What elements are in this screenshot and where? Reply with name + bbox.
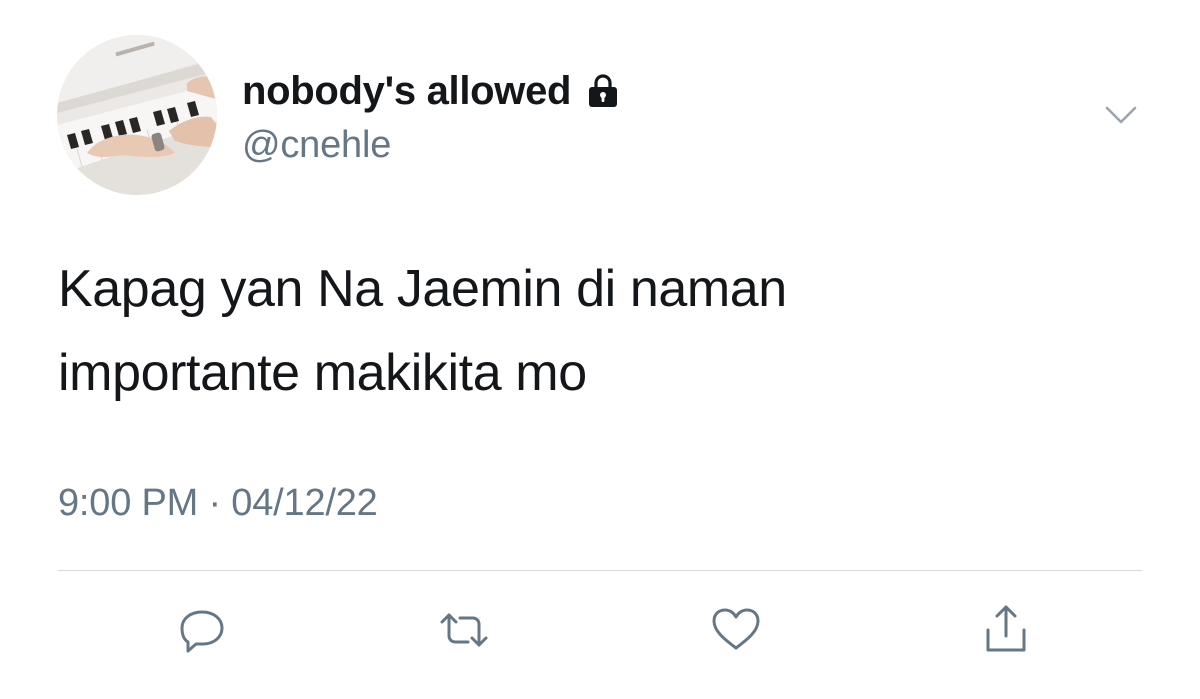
tweet-card: nobody's allowed @cnehle Kapag yan Na Ja… (0, 0, 1200, 699)
avatar-image (57, 35, 217, 195)
heart-icon (712, 608, 760, 650)
chevron-down-icon[interactable] (1101, 100, 1141, 130)
share-icon (986, 605, 1026, 652)
timestamp[interactable]: 9:00 PM · 04/12/22 (58, 482, 378, 525)
avatar[interactable] (57, 35, 217, 195)
tweet-text-line: Kapag yan Na Jaemin di naman (58, 260, 787, 318)
user-handle[interactable]: @cnehle (242, 124, 391, 167)
tweet-text: Kapag yan Na Jaemin di naman importante … (58, 247, 1148, 415)
action-bar (0, 600, 1200, 670)
like-button[interactable] (706, 600, 766, 660)
reply-icon (180, 610, 224, 653)
retweet-button[interactable] (434, 600, 494, 660)
reply-button[interactable] (172, 600, 232, 660)
lock-icon (585, 73, 621, 109)
display-name[interactable]: nobody's allowed (242, 69, 571, 114)
retweet-icon (440, 613, 488, 647)
display-name-row: nobody's allowed (242, 66, 621, 116)
share-button[interactable] (976, 600, 1036, 660)
tweet-text-line: importante makikita mo (58, 344, 587, 402)
divider (58, 570, 1142, 571)
